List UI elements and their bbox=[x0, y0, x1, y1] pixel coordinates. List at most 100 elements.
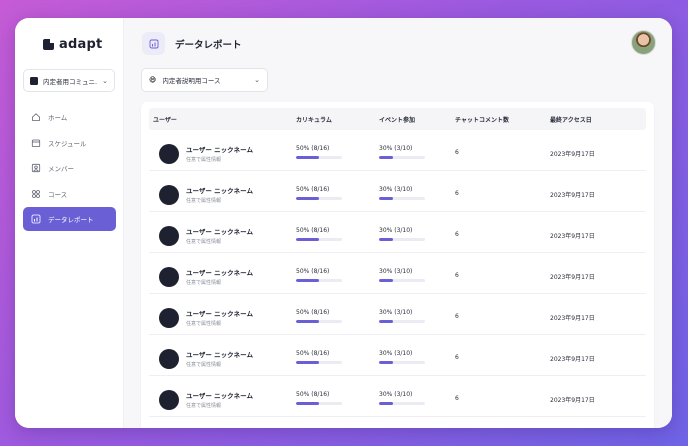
event-progress-bar bbox=[379, 156, 425, 159]
comment-count: 6 bbox=[455, 395, 459, 402]
last-access-date: 2023年9月17日 bbox=[550, 397, 595, 404]
user-nickname[interactable]: ユーザー ニックネーム bbox=[186, 390, 253, 400]
progress-fill bbox=[379, 402, 393, 405]
event-progress-bar bbox=[379, 402, 425, 405]
sidebar: adapt 内定者用コミュニ... ⌄ ホームスケジュール メンバー コースデータレ… bbox=[15, 18, 124, 428]
event-percent: 30% (3/10) bbox=[379, 227, 413, 234]
column-header-comments[interactable]: チャットコメント数 bbox=[455, 115, 509, 124]
table-row[interactable]: ユーザー ニックネーム 任意で属性情報 50% (8/16) 30% (3/10) 6 2… bbox=[149, 130, 646, 171]
calendar-icon bbox=[31, 138, 41, 148]
progress-fill bbox=[296, 402, 319, 405]
community-switcher[interactable]: 内定者用コミュニ... ⌄ bbox=[23, 69, 115, 92]
curriculum-progress-bar bbox=[296, 197, 342, 200]
user-nickname[interactable]: ユーザー ニックネーム bbox=[186, 226, 253, 236]
table-header: ユーザー カリキュラム イベント参加 チャットコメント数 最終アクセス日 bbox=[149, 108, 646, 130]
progress-fill bbox=[379, 361, 393, 364]
column-header-curriculum[interactable]: カリキュラム bbox=[296, 115, 332, 124]
comment-count: 6 bbox=[455, 272, 459, 279]
progress-fill bbox=[296, 361, 319, 364]
curriculum-percent: 50% (8/16) bbox=[296, 227, 330, 234]
sidebar-item-home[interactable]: ホーム bbox=[23, 105, 116, 129]
comment-count: 6 bbox=[455, 231, 459, 238]
sidebar-item-label: ホーム bbox=[48, 114, 68, 122]
course-select[interactable]: 😄 内定者説明用コース ⌄ bbox=[141, 68, 268, 92]
sidebar-item-courses[interactable]: コース bbox=[23, 182, 116, 206]
event-progress-bar bbox=[379, 320, 425, 323]
logo-icon bbox=[43, 39, 54, 50]
user-nickname[interactable]: ユーザー ニックネーム bbox=[186, 185, 253, 195]
user-avatar[interactable] bbox=[631, 30, 656, 55]
page-title-icon bbox=[142, 32, 165, 55]
curriculum-progress-bar bbox=[296, 238, 342, 241]
last-access-date: 2023年9月17日 bbox=[550, 274, 595, 281]
event-progress-bar bbox=[379, 197, 425, 200]
curriculum-percent: 50% (8/16) bbox=[296, 268, 330, 275]
sidebar-item-data-report[interactable]: データレポート bbox=[23, 207, 116, 231]
progress-fill bbox=[296, 279, 319, 282]
avatar[interactable] bbox=[159, 185, 179, 205]
table-row[interactable]: ユーザー ニックネーム 任意で属性情報 50% (8/16) 30% (3/10) 6 2… bbox=[149, 253, 646, 294]
user-attribute: 任意で属性情報 bbox=[186, 321, 222, 327]
table-row[interactable]: ユーザー ニックネーム 任意で属性情報 50% (8/16) 30% (3/10) 6 2… bbox=[149, 376, 646, 417]
last-access-date: 2023年9月17日 bbox=[550, 151, 595, 158]
table-row[interactable]: ユーザー ニックネーム 任意で属性情報 50% (8/16) 30% (3/10) 6 2… bbox=[149, 171, 646, 212]
main-content: データレポート 😄 内定者説明用コース ⌄ ユーザー カリキュラム イベント参加… bbox=[124, 18, 672, 428]
app-window: adapt 内定者用コミュニ... ⌄ ホーム スケジュール メンバー コース データレ… bbox=[15, 18, 672, 428]
last-access-date: 2023年9月17日 bbox=[550, 356, 595, 363]
user-attribute: 任意で属性情報 bbox=[186, 362, 222, 368]
event-progress-bar bbox=[379, 279, 425, 282]
column-header-last-access[interactable]: 最終アクセス日 bbox=[550, 115, 592, 124]
community-label: 内定者用コミュニ... bbox=[43, 77, 98, 86]
user-attribute: 任意で属性情報 bbox=[186, 280, 222, 286]
chart-icon bbox=[31, 214, 41, 224]
community-icon bbox=[30, 76, 38, 85]
avatar[interactable] bbox=[159, 226, 179, 246]
home-icon bbox=[31, 112, 41, 122]
sidebar-nav: ホームスケジュール メンバー コースデータレポート bbox=[23, 105, 116, 233]
sidebar-item-members[interactable]: メンバー bbox=[23, 156, 116, 180]
event-percent: 30% (3/10) bbox=[379, 309, 413, 316]
last-access-date: 2023年9月17日 bbox=[550, 315, 595, 322]
curriculum-progress-bar bbox=[296, 361, 342, 364]
course-emoji-icon: 😄 bbox=[149, 76, 157, 84]
avatar[interactable] bbox=[159, 349, 179, 369]
avatar[interactable] bbox=[159, 144, 179, 164]
curriculum-percent: 50% (8/16) bbox=[296, 145, 330, 152]
sidebar-item-label: データレポート bbox=[48, 216, 94, 224]
user-attribute: 任意で属性情報 bbox=[186, 239, 222, 245]
table-row[interactable]: ユーザー ニックネーム 任意で属性情報 50% (8/16) 30% (3/10) 6 2… bbox=[149, 335, 646, 376]
progress-fill bbox=[296, 156, 319, 159]
chart-icon bbox=[149, 39, 158, 48]
progress-fill bbox=[379, 197, 393, 200]
comment-count: 6 bbox=[455, 354, 459, 361]
progress-fill bbox=[296, 197, 319, 200]
user-attribute: 任意で属性情報 bbox=[186, 403, 222, 409]
course-select-label: 内定者説明用コース bbox=[162, 77, 221, 85]
logo[interactable]: adapt bbox=[43, 37, 102, 52]
user-nickname[interactable]: ユーザー ニックネーム bbox=[186, 144, 253, 154]
curriculum-progress-bar bbox=[296, 320, 342, 323]
event-progress-bar bbox=[379, 238, 425, 241]
user-attribute: 任意で属性情報 bbox=[186, 157, 222, 163]
avatar[interactable] bbox=[159, 308, 179, 328]
progress-fill bbox=[296, 320, 319, 323]
avatar[interactable] bbox=[159, 390, 179, 410]
user-nickname[interactable]: ユーザー ニックネーム bbox=[186, 349, 253, 359]
table-row[interactable]: ユーザー ニックネーム 任意で属性情報 50% (8/16) 30% (3/10) 6 2… bbox=[149, 212, 646, 253]
progress-fill bbox=[379, 320, 393, 323]
user-nickname[interactable]: ユーザー ニックネーム bbox=[186, 267, 253, 277]
column-header-event[interactable]: イベント参加 bbox=[379, 115, 415, 124]
logo-text: adapt bbox=[59, 37, 103, 52]
curriculum-percent: 50% (8/16) bbox=[296, 309, 330, 316]
chevron-down-icon: ⌄ bbox=[254, 76, 260, 84]
curriculum-progress-bar bbox=[296, 156, 342, 159]
column-header-user[interactable]: ユーザー bbox=[153, 115, 177, 124]
user-nickname[interactable]: ユーザー ニックネーム bbox=[186, 308, 253, 318]
table-row[interactable]: ユーザー ニックネーム 任意で属性情報 50% (8/16) 30% (3/10) 6 2… bbox=[149, 294, 646, 335]
comment-count: 6 bbox=[455, 190, 459, 197]
report-table: ユーザー カリキュラム イベント参加 チャットコメント数 最終アクセス日 ユーザ… bbox=[141, 102, 654, 428]
avatar[interactable] bbox=[159, 267, 179, 287]
curriculum-progress-bar bbox=[296, 402, 342, 405]
progress-fill bbox=[379, 238, 393, 241]
sidebar-item-schedule[interactable]: スケジュール bbox=[23, 131, 116, 155]
